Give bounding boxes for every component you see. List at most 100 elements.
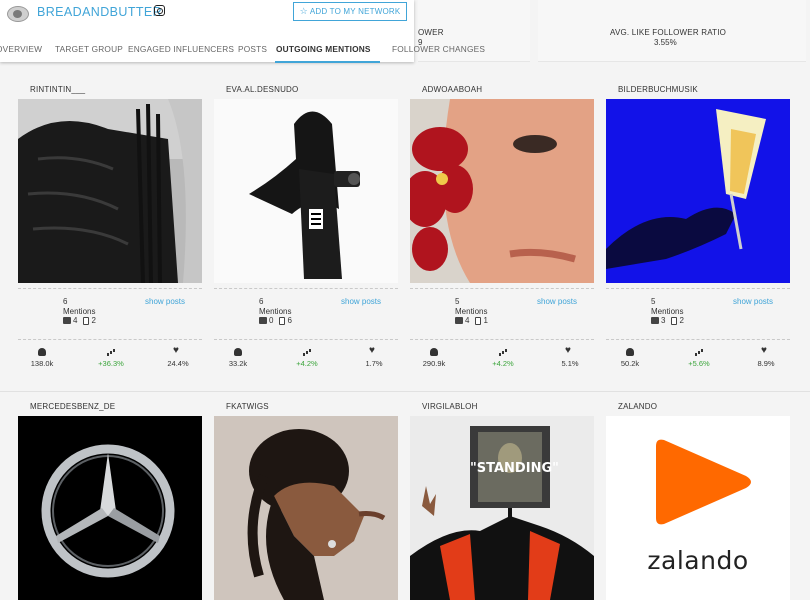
image-count: 4 [73,316,78,325]
heart-icon [565,345,575,356]
stat-followers-label: OWER [418,28,444,37]
card-stats: 290.9k +4.2% 5.1% [410,345,594,374]
media-counts: 4 2 [63,316,96,325]
influencer-name[interactable]: ADWOAABOAH [422,85,482,94]
media-counts: 3 2 [651,316,684,325]
stat-like-ratio: 24.4% [158,345,198,368]
tab-bar: OVERVIEW TARGET GROUP ENGAGED INFLUENCER… [0,37,485,63]
influencer-photo[interactable] [18,416,202,600]
bar-chart-icon [694,348,704,356]
show-posts-link[interactable]: show posts [145,297,185,306]
followers-value: 33.2k [228,359,248,368]
influencer-photo[interactable]: zalando [606,416,790,600]
tab-posts[interactable]: POSTS [238,44,267,54]
mentions-label: Mentions [63,307,96,316]
active-tab-indicator [275,61,380,63]
image-icon [259,317,267,324]
heart-icon [173,345,183,356]
users-icon [625,348,635,356]
mentions-count: 5 [651,297,656,306]
tab-follower-changes[interactable]: FOLLOWER CHANGES [392,44,485,54]
show-posts-link[interactable]: show posts [733,297,773,306]
mentions-count: 6 [63,297,68,306]
document-count: 6 [287,316,292,325]
tab-outgoing-mentions[interactable]: OUTGOING MENTIONS [276,44,371,54]
stat-like-ratio: 5.1% [550,345,590,368]
mentions-label: Mentions [651,307,684,316]
stat-growth: +4.2% [483,348,523,368]
bar-chart-icon [302,348,312,356]
stat-growth: +5.6% [679,348,719,368]
influencer-card: EVA.AL.DESNUDO 6 Mentions show posts 0 6… [214,85,398,385]
influencer-card: VIRGILABLOH "STANDING" [410,402,594,600]
influencer-card: RINTINTIN___ 6 Mentions show posts 4 2 1… [18,85,202,385]
bar-chart-icon [498,348,508,356]
tab-engaged-influencers[interactable]: ENGAGED INFLUENCERS [128,44,234,54]
star-icon: ☆ [299,6,308,16]
influencer-card: FKATWIGS [214,402,398,600]
card-divider [18,339,202,340]
card-divider [606,288,790,289]
card-divider [214,339,398,340]
media-counts: 4 1 [455,316,488,325]
influencer-photo[interactable] [214,416,398,600]
influencer-card: ADWOAABOAH 5 Mentions show posts 4 1 290… [410,85,594,385]
like-ratio-value: 8.9% [757,359,775,368]
stat-ratio-value: 3.55% [654,38,677,47]
stat-ratio-label: AVG. LIKE FOLLOWER RATIO [610,28,727,37]
influencer-name[interactable]: MERCEDESBENZ_DE [30,402,115,411]
show-posts-link[interactable]: show posts [537,297,577,306]
document-count: 2 [679,316,684,325]
influencer-name[interactable]: ZALANDO [618,402,657,411]
card-divider [214,288,398,289]
growth-value: +4.2% [296,359,318,368]
stat-followers: 50.2k [610,348,650,368]
tab-overview[interactable]: OVERVIEW [0,44,42,54]
tab-target-group[interactable]: TARGET GROUP [55,44,123,54]
heart-icon [369,345,379,356]
influencer-photo[interactable] [18,99,202,283]
influencer-photo[interactable] [606,99,790,283]
users-icon [233,348,243,356]
followers-value: 138.0k [30,359,54,368]
like-ratio-value: 1.7% [365,359,383,368]
influencer-name[interactable]: RINTINTIN___ [30,85,85,94]
followers-value: 290.9k [422,359,446,368]
influencer-card: MERCEDESBENZ_DE [18,402,202,600]
card-stats: 50.2k +5.6% 8.9% [606,345,790,374]
row-separator [0,391,810,392]
instagram-icon[interactable] [154,5,165,16]
influencer-card: BILDERBUCHMUSIK 5 Mentions show posts 3 … [606,85,790,385]
add-to-network-button[interactable]: ☆ ADD TO MY NETWORK [293,2,407,21]
influencer-name[interactable]: FKATWIGS [226,402,269,411]
stat-followers: 290.9k [414,348,454,368]
image-count: 4 [465,316,470,325]
image-icon [63,317,71,324]
stat-followers: 138.0k [22,348,62,368]
card-divider [606,339,790,340]
mentions-label: Mentions [455,307,488,316]
users-icon [37,348,47,356]
document-icon [83,316,90,325]
growth-value: +4.2% [492,359,514,368]
influencer-name[interactable]: EVA.AL.DESNUDO [226,85,298,94]
media-counts: 0 6 [259,316,292,325]
influencer-name[interactable]: BILDERBUCHMUSIK [618,85,698,94]
brand-name[interactable]: BREADANDBUTTER [37,5,162,19]
card-divider [410,339,594,340]
growth-value: +5.6% [688,359,710,368]
show-posts-link[interactable]: show posts [341,297,381,306]
stat-growth: +36.3% [91,348,131,368]
growth-value: +36.3% [98,359,124,368]
document-count: 2 [91,316,96,325]
influencer-photo[interactable] [410,99,594,283]
influencer-name[interactable]: VIRGILABLOH [422,402,478,411]
image-icon [651,317,659,324]
influencer-photo[interactable] [214,99,398,283]
document-icon [475,316,482,325]
like-ratio-value: 24.4% [167,359,189,368]
profile-header: BREADANDBUTTER ☆ ADD TO MY NETWORK OVERV… [0,0,485,63]
stat-box-ratio: AVG. LIKE FOLLOWER RATIO 3.55% [538,0,806,62]
influencer-photo[interactable]: "STANDING" [410,416,594,600]
image-count: 3 [661,316,666,325]
